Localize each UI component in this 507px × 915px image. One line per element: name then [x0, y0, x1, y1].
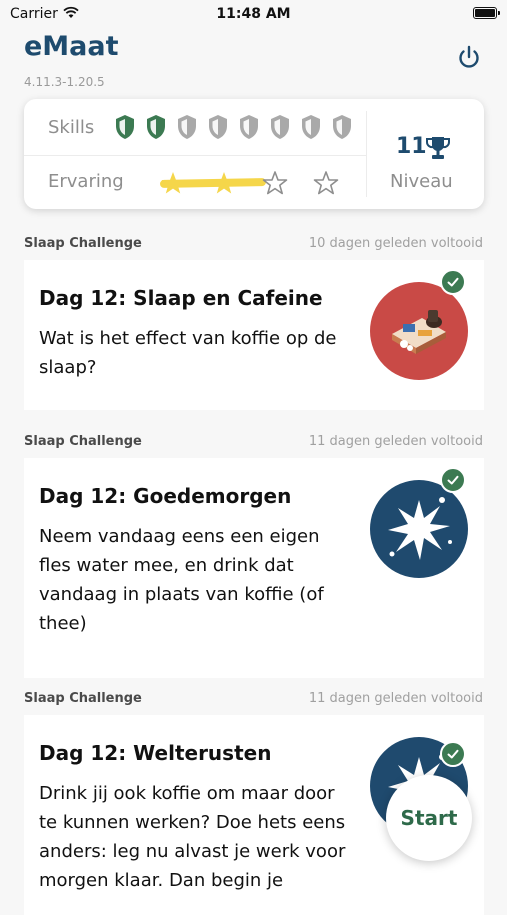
stats-card: Skills Ervaring 11 Niveau	[24, 99, 484, 209]
coffee-table-icon	[370, 282, 468, 380]
challenge-title: Dag 12: Slaap en Cafeine	[39, 286, 323, 310]
skills-label: Skills	[48, 117, 95, 138]
completed-check-icon	[440, 467, 466, 493]
shield-icon	[302, 115, 320, 139]
challenge-title: Dag 12: Welterusten	[39, 741, 272, 765]
divider	[366, 111, 367, 197]
section-title: Slaap Challenge	[24, 691, 142, 706]
star-icon	[313, 171, 339, 195]
shield-icon	[240, 115, 258, 139]
shield-earned-icon	[116, 115, 134, 139]
completed-timestamp: 11 dagen geleden voltooid	[308, 434, 483, 449]
completed-timestamp: 11 dagen geleden voltooid	[308, 691, 483, 706]
section-title: Slaap Challenge	[24, 434, 142, 449]
power-icon[interactable]	[454, 42, 484, 72]
niveau-label: Niveau	[390, 171, 453, 192]
clock: 11:48 AM	[216, 6, 291, 22]
splash-icon	[370, 480, 468, 578]
shield-icon	[178, 115, 196, 139]
app-title: eMaat	[24, 31, 119, 62]
star-filled-icon	[161, 172, 185, 194]
shield-icon	[209, 115, 227, 139]
challenge-card[interactable]: Dag 12: Goedemorgen Neem vandaag eens ee…	[24, 458, 484, 678]
completed-check-icon	[440, 269, 466, 295]
status-bar: Carrier 11:48 AM	[0, 0, 507, 30]
challenge-text: Drink jij ook koffie om maar door te kun…	[39, 783, 346, 891]
ervaring-label: Ervaring	[48, 171, 124, 192]
shield-icon	[271, 115, 289, 139]
challenge-text: Neem vandaag eens een eigen fles water m…	[39, 526, 324, 634]
experience-stars	[154, 169, 344, 199]
battery-icon	[473, 7, 500, 19]
skills-badges	[114, 114, 353, 140]
section-title: Slaap Challenge	[24, 236, 142, 251]
trophy-icon	[426, 137, 450, 159]
start-button[interactable]: Start	[386, 775, 472, 861]
star-icon	[262, 171, 288, 195]
star-filled-icon	[212, 172, 236, 194]
completed-timestamp: 10 dagen geleden voltooid	[308, 236, 483, 251]
app-version: 4.11.3-1.20.5	[24, 75, 105, 89]
completed-check-icon	[440, 741, 466, 767]
niveau-value: 11	[396, 134, 427, 159]
challenge-title: Dag 12: Goedemorgen	[39, 484, 292, 508]
challenge-card[interactable]: Dag 12: Slaap en Cafeine Wat is het effe…	[24, 260, 484, 410]
shield-icon	[333, 115, 351, 139]
challenge-text: Wat is het effect van koffie op de slaap…	[39, 328, 337, 378]
divider	[24, 155, 366, 156]
shield-earned-icon	[147, 115, 165, 139]
